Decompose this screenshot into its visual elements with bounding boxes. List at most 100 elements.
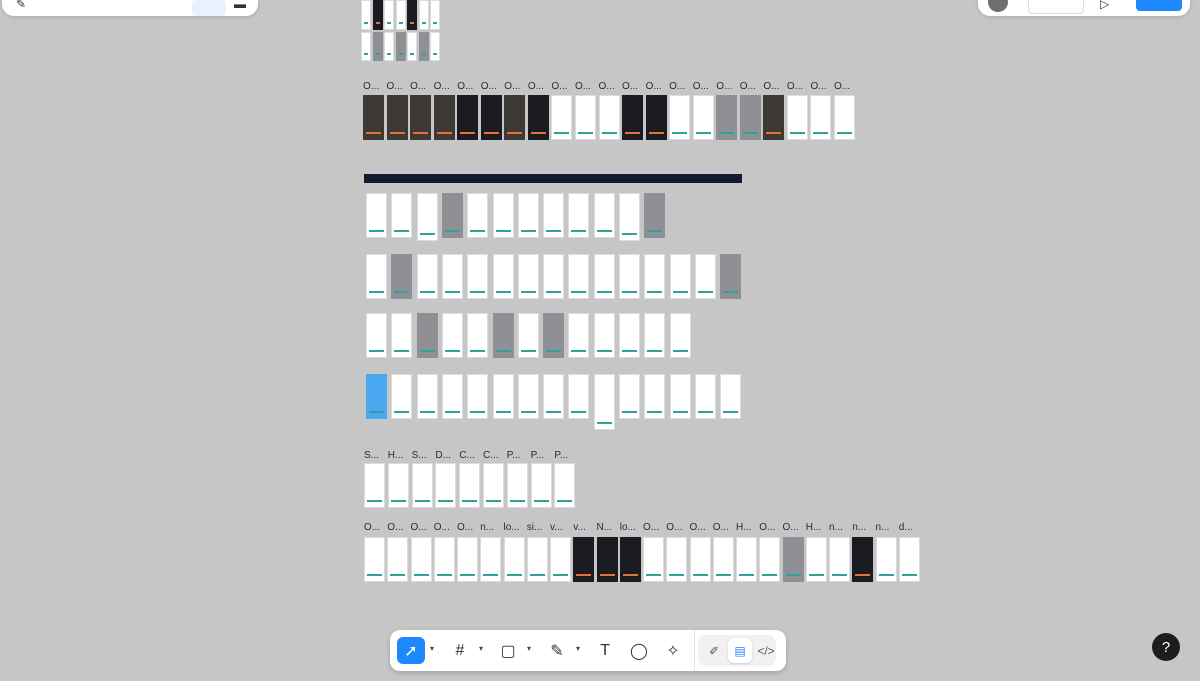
misc-frame[interactable] <box>805 537 827 582</box>
misc-frame[interactable] <box>852 537 874 582</box>
cluster-frame[interactable] <box>361 32 371 61</box>
frame-label[interactable]: P... <box>507 450 521 462</box>
app-screen-frame[interactable] <box>694 374 716 419</box>
app-screen-frame[interactable] <box>441 313 463 358</box>
shop-frame[interactable] <box>554 463 576 508</box>
onboarding-frame[interactable] <box>480 95 502 140</box>
frame-label[interactable]: O... <box>716 81 732 93</box>
cluster-frame[interactable] <box>418 32 429 61</box>
design-mode[interactable]: ▤ <box>728 638 752 663</box>
project-banner[interactable] <box>364 174 742 183</box>
onboarding-frame[interactable] <box>433 95 455 140</box>
shop-frame[interactable] <box>506 463 528 508</box>
app-screen-frame[interactable] <box>593 313 615 358</box>
frame-label[interactable]: O... <box>411 522 427 534</box>
frame-label[interactable]: O... <box>457 522 473 534</box>
play-icon[interactable]: ▷ <box>1100 0 1109 10</box>
ai-tool[interactable]: ✧ <box>659 637 687 664</box>
app-screen-frame[interactable] <box>669 254 691 299</box>
frame-label[interactable]: v... <box>550 522 563 534</box>
frame-label[interactable]: O... <box>666 522 682 534</box>
app-screen-frame[interactable] <box>441 254 463 299</box>
frame-label[interactable]: O... <box>575 81 591 93</box>
misc-frame[interactable] <box>364 537 385 582</box>
app-screen-frame[interactable] <box>669 313 691 358</box>
frame-label[interactable]: O... <box>693 81 709 93</box>
app-screen-frame[interactable] <box>644 313 666 358</box>
app-screen-frame[interactable] <box>492 313 514 358</box>
frame-label[interactable]: v... <box>573 522 586 534</box>
app-screen-frame[interactable] <box>416 254 438 299</box>
onboarding-frame[interactable] <box>810 95 832 140</box>
misc-frame[interactable] <box>550 537 571 582</box>
frame-label[interactable]: O... <box>551 81 567 93</box>
frame-label[interactable]: P... <box>554 450 568 462</box>
frame-label[interactable]: O... <box>434 522 450 534</box>
frame-label[interactable]: P... <box>531 450 545 462</box>
app-screen-frame[interactable] <box>492 254 514 299</box>
frame-label[interactable]: lo... <box>504 522 520 534</box>
frame-label[interactable]: O... <box>387 522 403 534</box>
frame-label[interactable]: H... <box>736 522 752 534</box>
app-screen-frame[interactable] <box>416 313 438 358</box>
misc-frame[interactable] <box>829 537 850 582</box>
frame-label[interactable]: H... <box>806 522 822 534</box>
frame-label[interactable]: O... <box>740 81 756 93</box>
draw-mode[interactable]: ✐ <box>702 638 726 663</box>
app-screen-frame[interactable] <box>568 374 590 419</box>
app-screen-frame[interactable] <box>366 374 387 419</box>
app-screen-frame[interactable] <box>720 374 742 419</box>
frame-label[interactable]: O... <box>528 81 544 93</box>
cluster-frame[interactable] <box>430 32 440 61</box>
app-screen-frame[interactable] <box>543 313 565 358</box>
onboarding-frame[interactable] <box>834 95 855 140</box>
app-screen-frame[interactable] <box>517 313 539 358</box>
cluster-frame[interactable] <box>395 32 406 61</box>
help-button[interactable]: ? <box>1152 633 1180 661</box>
onboarding-frame[interactable] <box>457 95 479 140</box>
misc-frame[interactable] <box>573 537 595 582</box>
app-screen-frame[interactable] <box>619 193 640 241</box>
app-screen-frame[interactable] <box>517 374 539 419</box>
misc-frame[interactable] <box>666 537 688 582</box>
app-screen-frame[interactable] <box>441 193 463 238</box>
pen-icon[interactable]: ✎ <box>16 0 26 10</box>
app-screen-frame[interactable] <box>720 254 742 299</box>
frame-label[interactable]: O... <box>410 81 426 93</box>
onboarding-frame[interactable] <box>739 95 761 140</box>
app-screen-frame[interactable] <box>366 254 387 299</box>
onboarding-frame[interactable] <box>410 95 432 140</box>
frame-label[interactable]: O... <box>504 81 520 93</box>
app-screen-frame[interactable] <box>467 374 489 419</box>
cluster-frame[interactable] <box>407 32 417 61</box>
app-screen-frame[interactable] <box>669 374 691 419</box>
shop-frame[interactable] <box>483 463 504 508</box>
misc-frame[interactable] <box>526 537 548 582</box>
misc-frame[interactable] <box>503 537 525 582</box>
frame-label[interactable]: O... <box>457 81 473 93</box>
misc-frame[interactable] <box>782 537 804 582</box>
frame-label[interactable]: O... <box>713 522 729 534</box>
app-screen-frame[interactable] <box>593 193 615 238</box>
onboarding-frame[interactable] <box>645 95 667 140</box>
onboarding-frame[interactable] <box>692 95 714 140</box>
frame-tool[interactable]: # <box>446 637 474 664</box>
misc-frame[interactable] <box>480 537 502 582</box>
comment-tool[interactable]: ◯ <box>625 637 653 664</box>
onboarding-frame[interactable] <box>386 95 408 140</box>
frame-label[interactable]: n... <box>480 522 494 534</box>
app-screen-frame[interactable] <box>492 374 514 419</box>
app-screen-frame[interactable] <box>543 374 565 419</box>
avatar[interactable] <box>988 0 1008 12</box>
shop-frame[interactable] <box>435 463 457 508</box>
misc-frame[interactable] <box>759 537 781 582</box>
app-screen-frame[interactable] <box>644 254 666 299</box>
app-screen-frame[interactable] <box>492 193 514 238</box>
frame-label[interactable]: S... <box>412 450 427 462</box>
frame-label[interactable]: H... <box>388 450 404 462</box>
design-canvas[interactable]: O... O... O... O... O... O... O... O... O... O...… <box>0 0 1200 681</box>
dev-mode[interactable]: </> <box>754 638 778 663</box>
frame-label[interactable]: O... <box>622 81 638 93</box>
text-tool[interactable]: T <box>591 637 619 664</box>
app-screen-frame[interactable] <box>416 374 438 419</box>
